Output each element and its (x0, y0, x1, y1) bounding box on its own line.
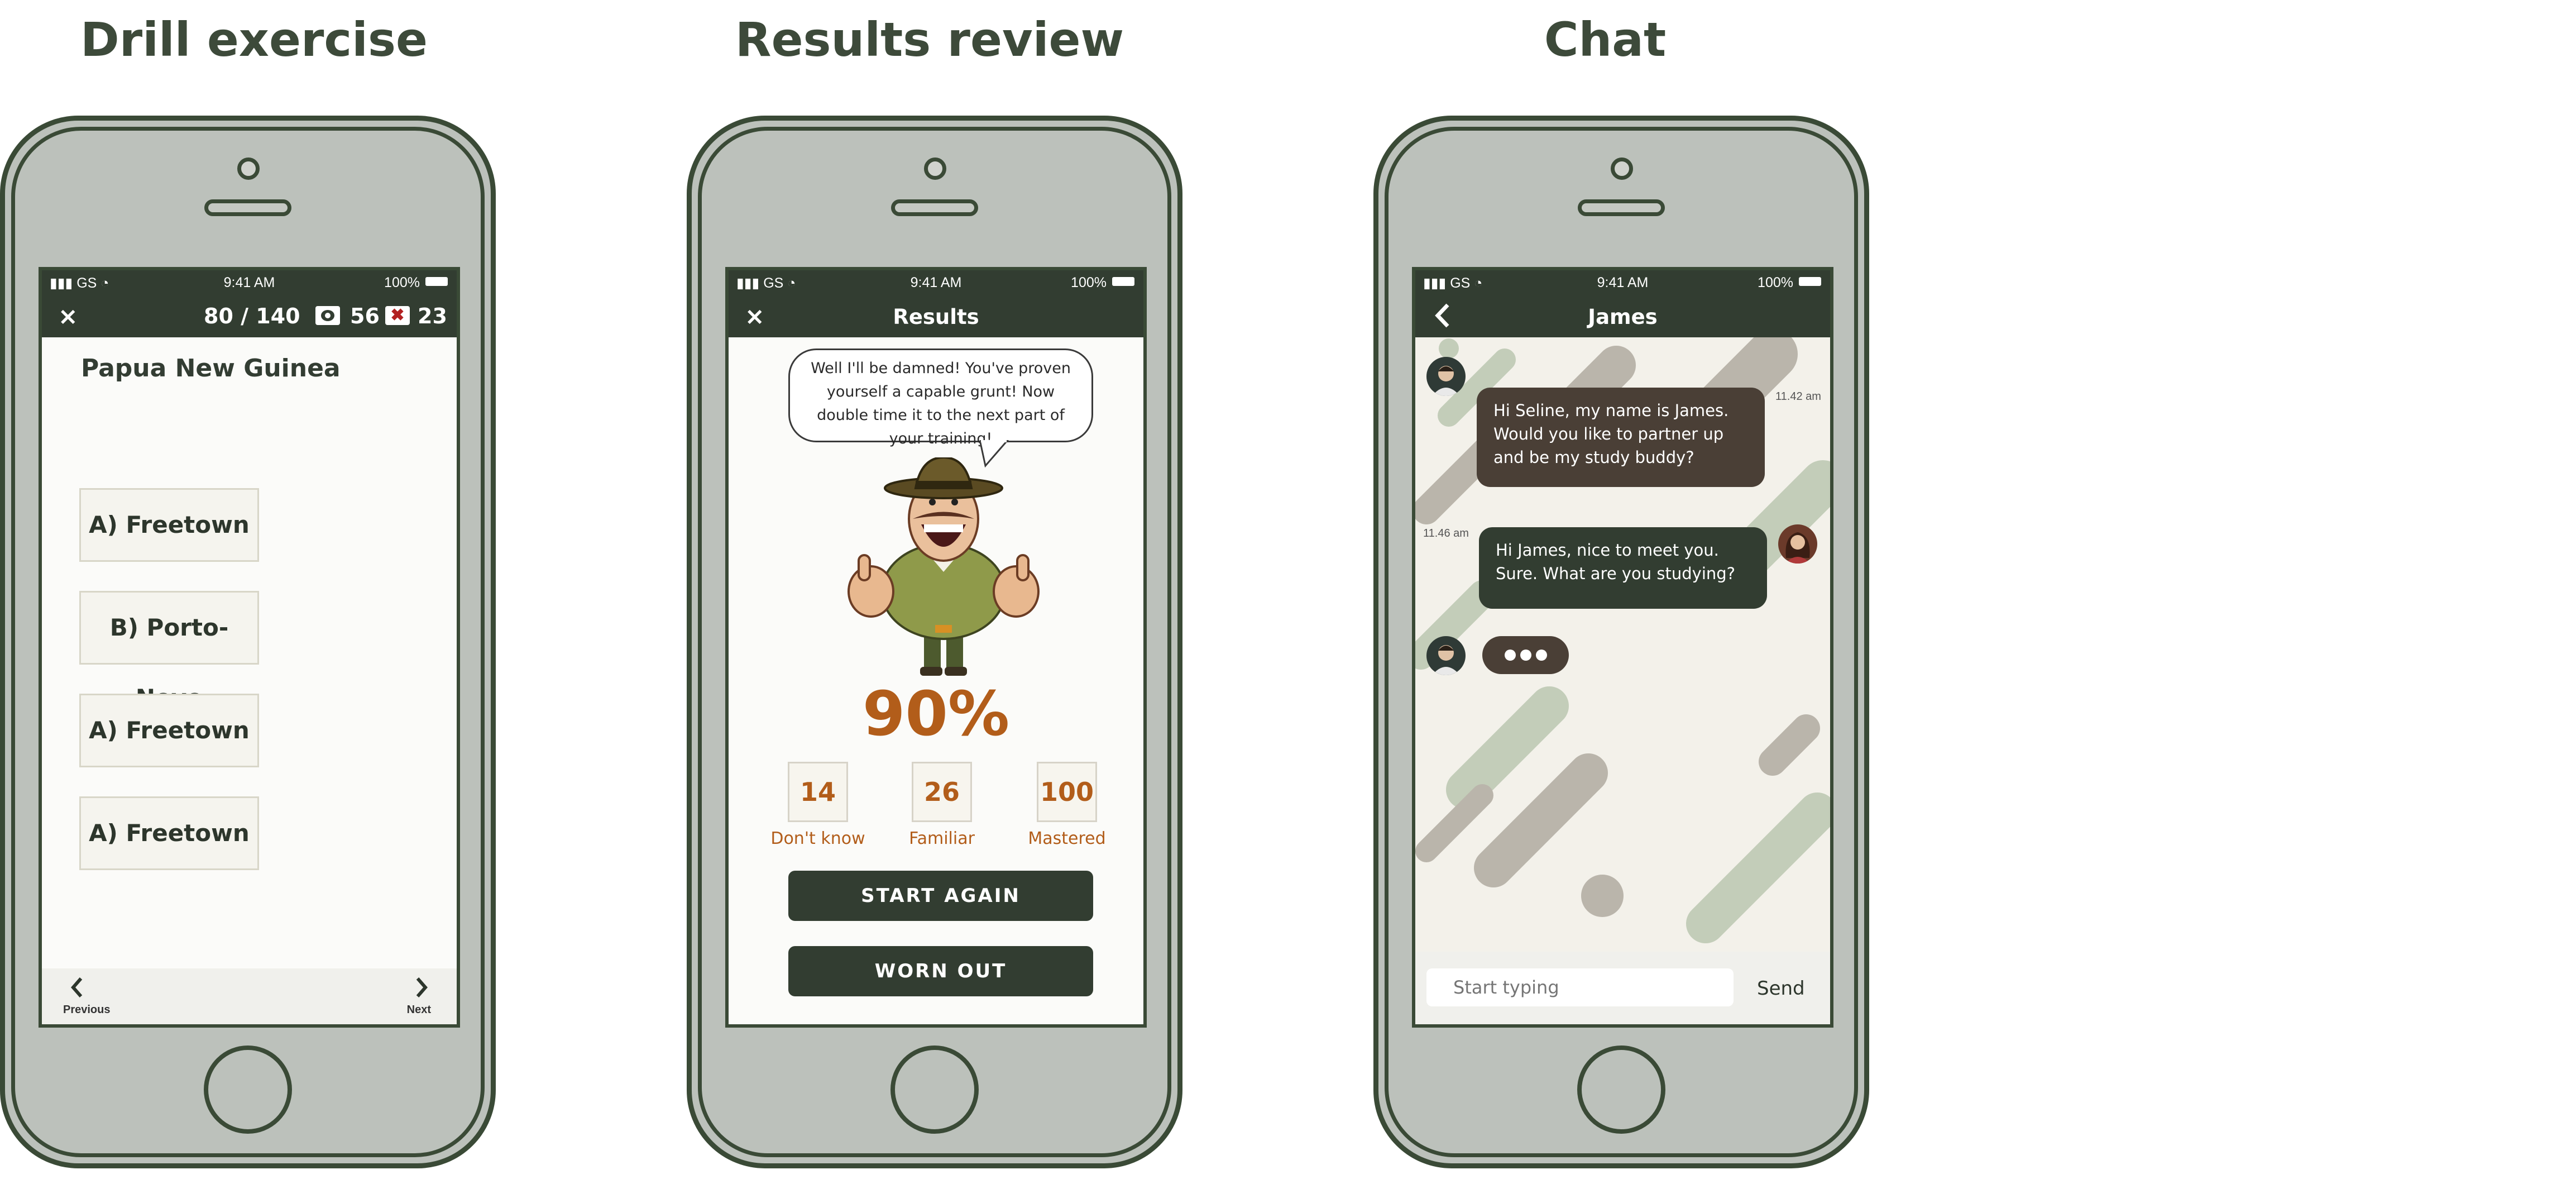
progress-counter: 80 / 140 (204, 304, 300, 328)
battery-icon (1799, 277, 1821, 286)
previous-button[interactable]: Previous (59, 973, 110, 1022)
results-nav-bar: ✕ Results (729, 293, 1143, 337)
chat-message-sent: Hi James, nice to meet you. Sure. What a… (1479, 527, 1767, 609)
close-icon[interactable]: ✕ (59, 305, 78, 331)
chat-input-bar: Send (1415, 952, 1830, 1024)
worn-out-button[interactable]: WORN OUT (788, 946, 1093, 996)
speaker-icon (891, 199, 978, 216)
stat-mastered: 100 (1037, 762, 1097, 822)
eye-icon (315, 306, 340, 325)
answer-option[interactable]: B) Porto-Novo (79, 591, 259, 712)
drill-sergeant-mascot (848, 457, 1040, 676)
battery-percent: 100% (1758, 275, 1793, 290)
next-label: Next (406, 1004, 431, 1016)
camera-icon (924, 157, 946, 180)
home-button[interactable] (204, 1045, 292, 1134)
chat-message-received: Hi Seline, my name is James. Would you l… (1477, 388, 1765, 487)
title-drill-exercise: Drill exercise (80, 12, 428, 67)
stat-label-dont-know: Don't know (770, 829, 865, 848)
message-input[interactable] (1426, 968, 1734, 1006)
phone-drill-exercise: ▮▮▮ GS ◔ 9:41 AM 100% ✕ 80 / 140 56 ✖ 23… (0, 116, 496, 1168)
screen-chat: ▮▮▮ GS ◔ 9:41 AM 100% James Hi Seline, m… (1412, 267, 1833, 1028)
chevron-left-icon (71, 977, 83, 997)
next-button[interactable]: Next (395, 973, 440, 1022)
avatar-seline (1778, 524, 1817, 564)
speech-bubble: Well I'll be damned! You've proven yours… (788, 348, 1093, 447)
chat-nav-bar: James (1415, 293, 1830, 337)
battery-percent: 100% (384, 275, 420, 290)
chevron-right-icon (416, 977, 428, 997)
answer-option[interactable]: A) Freetown (79, 488, 259, 562)
home-button[interactable] (890, 1045, 979, 1134)
battery-percent: 100% (1071, 275, 1107, 290)
speaker-icon (204, 199, 291, 216)
message-text: Hi Seline, my name is James. Would you l… (1493, 401, 1729, 467)
speaker-icon (1578, 199, 1665, 216)
home-button[interactable] (1577, 1045, 1665, 1134)
wrong-count: 23 (418, 304, 447, 328)
stat-familiar: 26 (912, 762, 972, 822)
stat-label-mastered: Mastered (1028, 829, 1106, 848)
screen-results: ▮▮▮ GS ◔ 9:41 AM 100% ✕ Results Well I'l… (725, 267, 1147, 1028)
battery-icon (1112, 277, 1134, 286)
speech-text: Well I'll be damned! You've proven yours… (811, 360, 1071, 447)
seen-count: 56 (350, 304, 380, 328)
battery-icon (425, 277, 448, 286)
status-bar: ▮▮▮ GS ◔ 9:41 AM 100% (42, 270, 457, 293)
previous-label: Previous (63, 1004, 111, 1016)
camera-icon (1611, 157, 1633, 180)
chat-contact-name: James (1588, 305, 1658, 329)
ellipsis-icon (1505, 650, 1547, 661)
answer-option[interactable]: A) Freetown (79, 694, 259, 767)
score-percent: 90% (862, 678, 1010, 749)
typing-indicator (1482, 636, 1569, 674)
avatar-james (1426, 357, 1466, 396)
send-button[interactable]: Send (1757, 977, 1805, 1000)
drill-nav-bar: ✕ 80 / 140 56 ✖ 23 (42, 293, 457, 337)
stat-dont-know: 14 (788, 762, 848, 822)
results-title: Results (893, 305, 979, 329)
phone-results-review: ▮▮▮ GS ◔ 9:41 AM 100% ✕ Results Well I'l… (687, 116, 1182, 1168)
status-bar: ▮▮▮ GS ◔ 9:41 AM 100% (729, 270, 1143, 293)
title-chat: Chat (1544, 12, 1667, 67)
screen-drill: ▮▮▮ GS ◔ 9:41 AM 100% ✕ 80 / 140 56 ✖ 23… (39, 267, 460, 1028)
start-again-button[interactable]: START AGAIN (788, 871, 1093, 921)
status-bar: ▮▮▮ GS ◔ 9:41 AM 100% (1415, 270, 1830, 293)
answer-option[interactable]: A) Freetown (79, 796, 259, 870)
camera-icon (237, 157, 260, 180)
stat-label-familiar: Familiar (909, 829, 975, 848)
phone-chat: ▮▮▮ GS ◔ 9:41 AM 100% James Hi Seline, m… (1373, 116, 1869, 1168)
drill-footer: Previous Next (42, 968, 457, 1024)
avatar-james (1426, 636, 1466, 675)
message-timestamp: 11.42 am (1775, 390, 1821, 403)
question-text: Papua New Guinea (81, 354, 341, 383)
message-text: Hi James, nice to meet you. Sure. What a… (1496, 541, 1736, 583)
message-timestamp: 11.46 am (1423, 527, 1469, 540)
wrong-icon: ✖ (385, 306, 410, 325)
title-results-review: Results review (735, 12, 1124, 67)
